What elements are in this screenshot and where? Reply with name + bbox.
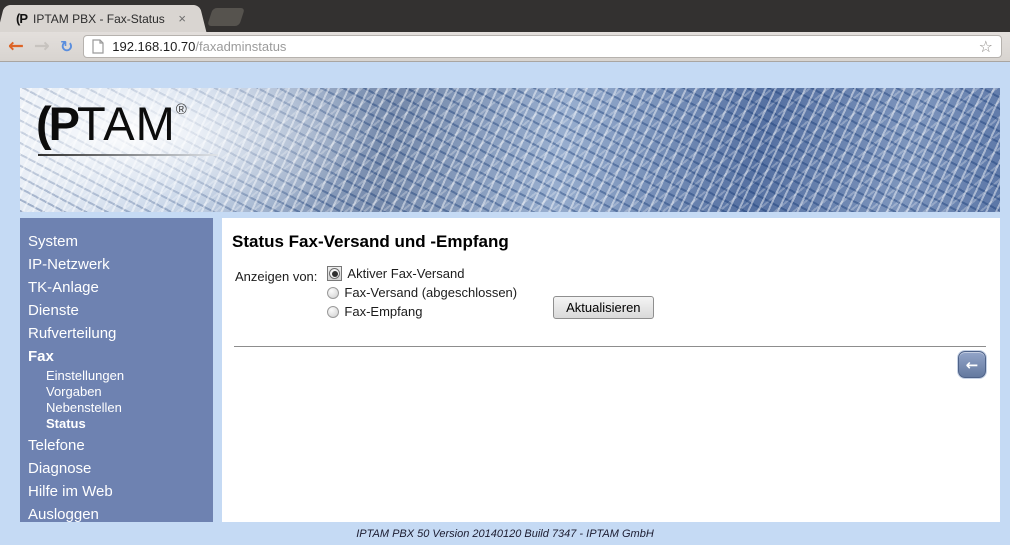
- back-button[interactable]: ←: [958, 351, 986, 378]
- radio-label: Fax-Empfang: [344, 304, 423, 319]
- reload-icon[interactable]: ↻: [60, 38, 73, 55]
- page-title: Status Fax-Versand und -Empfang: [232, 232, 509, 251]
- url-bar[interactable]: 192.168.10.70/faxadminstatus ☆: [83, 35, 1002, 58]
- url-text[interactable]: 192.168.10.70/faxadminstatus: [112, 39, 286, 54]
- radio-label: Aktiver Fax-Versand: [347, 266, 465, 281]
- tab-title: IPTAM PBX - Fax-Status: [33, 11, 165, 26]
- sidebar-nav: System IP-Netzwerk TK-Anlage Dienste Ruf…: [20, 218, 213, 523]
- content-area: Status Fax-Versand und -Empfang Anzeigen…: [222, 218, 1000, 522]
- radio-selected-icon[interactable]: [327, 266, 343, 281]
- sidebar-item-ausloggen[interactable]: Ausloggen: [20, 503, 213, 526]
- radio-option-fax-empfang[interactable]: Fax-Empfang: [327, 304, 517, 319]
- sidebar-item-diagnose[interactable]: Diagnose: [20, 457, 213, 480]
- browser-tabstrip: (P IPTAM PBX - Fax-Status ×: [0, 0, 1010, 32]
- main-row: System IP-Netzwerk TK-Anlage Dienste Ruf…: [20, 218, 1000, 523]
- tab-close-icon[interactable]: ×: [176, 11, 188, 26]
- radio-option-aktiver-fax-versand[interactable]: Aktiver Fax-Versand: [327, 266, 517, 281]
- sidebar-item-telefone[interactable]: Telefone: [20, 434, 213, 457]
- logo-tam-text: TAM: [77, 97, 176, 150]
- radio-unselected-icon[interactable]: [327, 286, 340, 299]
- header-banner: (PTAM®: [20, 88, 1000, 212]
- logo-underline: [38, 154, 218, 156]
- sidebar-subitem-nebenstellen[interactable]: Nebenstellen: [20, 400, 213, 416]
- sidebar-item-rufverteilung[interactable]: Rufverteilung: [20, 322, 213, 345]
- iptam-logo: (PTAM®: [36, 96, 187, 151]
- back-arrow-icon: ←: [965, 355, 979, 374]
- fax-submenu: Einstellungen Vorgaben Nebenstellen Stat…: [20, 368, 213, 432]
- sidebar-item-tk-anlage[interactable]: TK-Anlage: [20, 276, 213, 299]
- sidebar-item-dienste[interactable]: Dienste: [20, 299, 213, 322]
- fax-filter-form: Anzeigen von: Aktiver Fax-Versand Fax-Ve…: [232, 266, 992, 319]
- version-text: IPTAM PBX 50 Version 20140120 Build 7347…: [356, 527, 654, 540]
- browser-tab[interactable]: (P IPTAM PBX - Fax-Status ×: [8, 5, 196, 32]
- sidebar-item-ip-netzwerk[interactable]: IP-Netzwerk: [20, 253, 213, 276]
- sidebar-item-fax[interactable]: Fax: [20, 345, 213, 368]
- bookmark-star-icon[interactable]: ☆: [979, 37, 993, 56]
- radio-unselected-icon[interactable]: [327, 305, 340, 318]
- browser-toolbar: ← → ↻ 192.168.10.70/faxadminstatus ☆: [0, 32, 1010, 62]
- sidebar-subitem-vorgaben[interactable]: Vorgaben: [20, 384, 213, 400]
- url-host: 192.168.10.70: [112, 39, 196, 54]
- back-row: ←: [232, 347, 992, 378]
- filter-label: Anzeigen von:: [235, 269, 318, 284]
- radio-group: Aktiver Fax-Versand Fax-Versand (abgesch…: [327, 266, 517, 319]
- sidebar-subitem-einstellungen[interactable]: Einstellungen: [20, 368, 213, 384]
- favicon-icon: (P: [16, 11, 28, 26]
- page-icon: [92, 39, 104, 54]
- url-path: /faxadminstatus: [195, 39, 287, 54]
- radio-label: Fax-Versand (abgeschlossen): [344, 285, 518, 300]
- sidebar-item-system[interactable]: System: [20, 230, 213, 253]
- new-tab-button[interactable]: [207, 8, 245, 26]
- radio-option-fax-versand-abgeschlossen[interactable]: Fax-Versand (abgeschlossen): [327, 285, 517, 300]
- sidebar-subitem-status[interactable]: Status: [20, 416, 213, 432]
- back-icon[interactable]: ←: [8, 37, 24, 56]
- aktualisieren-button[interactable]: Aktualisieren: [553, 296, 654, 319]
- page-body: (PTAM® System IP-Netzwerk TK-Anlage Dien…: [0, 88, 1010, 545]
- registered-mark: ®: [175, 101, 187, 118]
- forward-icon[interactable]: →: [34, 37, 50, 56]
- sidebar-item-hilfe-im-web[interactable]: Hilfe im Web: [20, 480, 213, 503]
- logo-ip-text: (P: [36, 97, 80, 150]
